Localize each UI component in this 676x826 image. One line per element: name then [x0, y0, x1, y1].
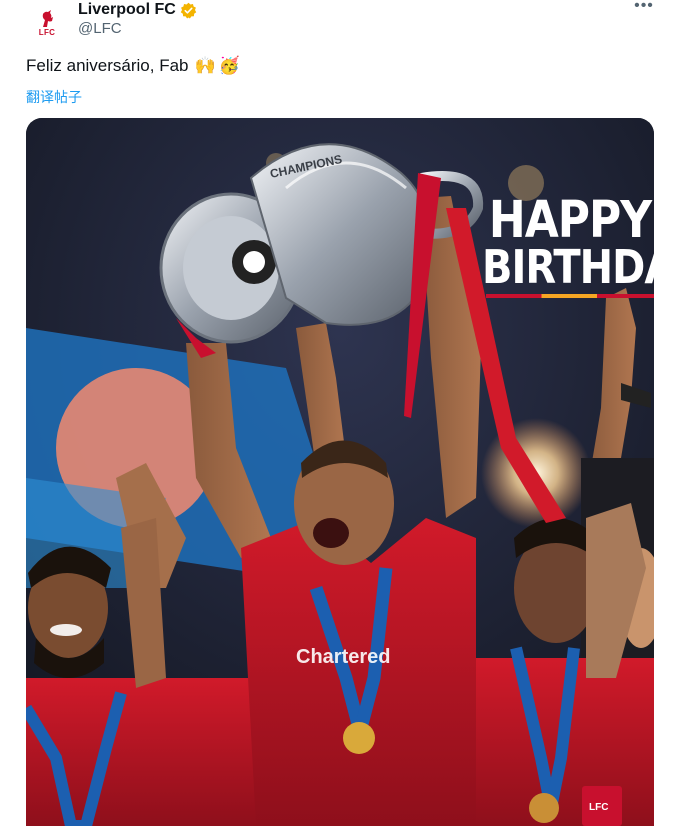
display-name[interactable]: Liverpool FC	[78, 1, 176, 19]
avatar[interactable]: LFC	[26, 2, 68, 44]
party-face-emoji: 🥳	[218, 56, 240, 75]
liverbird-icon	[42, 10, 53, 27]
translate-link[interactable]: 翻译帖子	[26, 87, 82, 107]
shirt-sponsor-text: Chartered	[296, 646, 390, 668]
tweet-header: LFC Liverpool FC @LFC •••	[0, 0, 676, 50]
crest-label: LFC	[589, 802, 608, 813]
more-options-icon[interactable]: •••	[632, 0, 656, 16]
tweet-body: Feliz aniversário, Fab 🙌 🥳	[26, 56, 240, 76]
author-name-row[interactable]: Liverpool FC	[78, 0, 197, 20]
author-handle[interactable]: @LFC	[78, 20, 122, 37]
tweet-text: Feliz aniversário, Fab	[26, 56, 189, 75]
avatar-label: LFC	[38, 28, 56, 37]
happy-birthday-overlay: HAPPY BIRTHDAY	[482, 194, 654, 298]
tweet-media-image[interactable]: Chartered CHAMPIONS LFC HAPPY BIRTHDAY	[26, 118, 654, 826]
raising-hands-emoji: 🙌	[194, 56, 216, 75]
verified-badge-icon	[180, 2, 197, 18]
overlay-line-2: BIRTHDAY	[482, 241, 654, 295]
